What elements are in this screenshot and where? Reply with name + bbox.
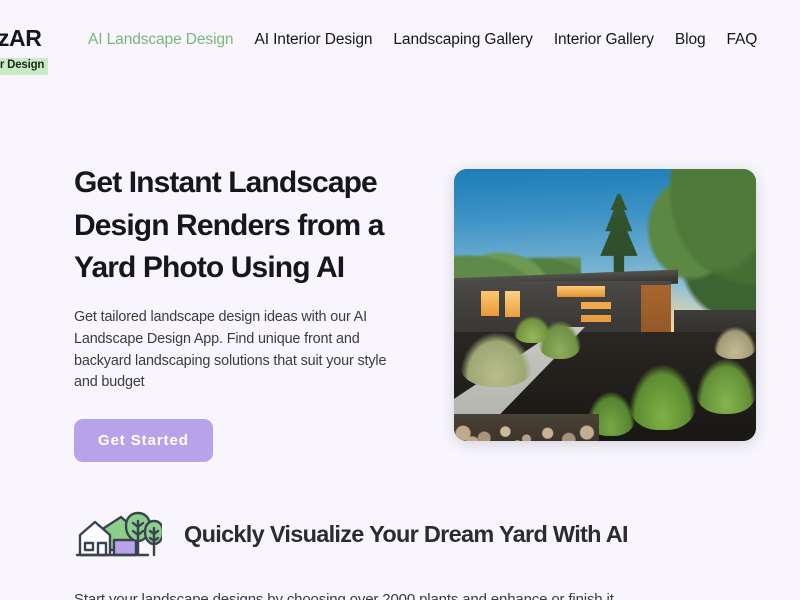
brand-badge: AI Interior Design	[0, 58, 49, 75]
hero-image	[454, 169, 756, 441]
hero-image-grass-clump	[695, 359, 756, 414]
hero-image-window	[556, 285, 605, 297]
nav-links: AI Landscape Design AI Interior Design L…	[88, 27, 757, 49]
nav-link-ai-interior-design[interactable]: AI Interior Design	[254, 31, 372, 49]
hero-image-grass-clump	[514, 315, 551, 344]
hero-section: Get Instant Landscape Design Renders fro…	[74, 150, 774, 463]
nav-link-faq[interactable]: FAQ	[727, 31, 758, 49]
hero-image-grass-clump	[713, 326, 756, 360]
hero-copy: Get Instant Landscape Design Renders fro…	[74, 150, 414, 463]
feature-title: Quickly Visualize Your Dream Yard With A…	[184, 520, 629, 547]
hero-image-window	[481, 291, 500, 316]
house-and-trees-icon	[74, 505, 165, 563]
hero-image-window	[505, 291, 521, 318]
nav-link-ai-landscape-design[interactable]: AI Landscape Design	[88, 31, 234, 49]
feature-body-text: Start your landscape designs by choosing…	[74, 591, 614, 600]
get-started-button[interactable]: Get Started	[74, 419, 213, 463]
hero-image-window	[580, 302, 612, 310]
brand-logo[interactable]: HomzAR	[0, 27, 88, 50]
hero-subtitle: Get tailored landscape design ideas with…	[74, 308, 387, 391]
main-navigation: HomzAR AI Interior Design AI Landscape D…	[0, 0, 800, 86]
hero-image-rock-bed	[454, 413, 599, 441]
brand-block[interactable]: HomzAR AI Interior Design	[0, 27, 88, 75]
nav-link-interior-gallery[interactable]: Interior Gallery	[554, 31, 654, 49]
feature-section: Quickly Visualize Your Dream Yard With A…	[74, 505, 774, 600]
nav-link-blog[interactable]: Blog	[675, 31, 706, 49]
hero-image-window	[580, 314, 612, 322]
page-title: Get Instant Landscape Design Renders fro…	[74, 166, 384, 285]
nav-link-landscaping-gallery[interactable]: Landscaping Gallery	[393, 31, 533, 49]
feature-heading-row: Quickly Visualize Your Dream Yard With A…	[74, 505, 774, 563]
